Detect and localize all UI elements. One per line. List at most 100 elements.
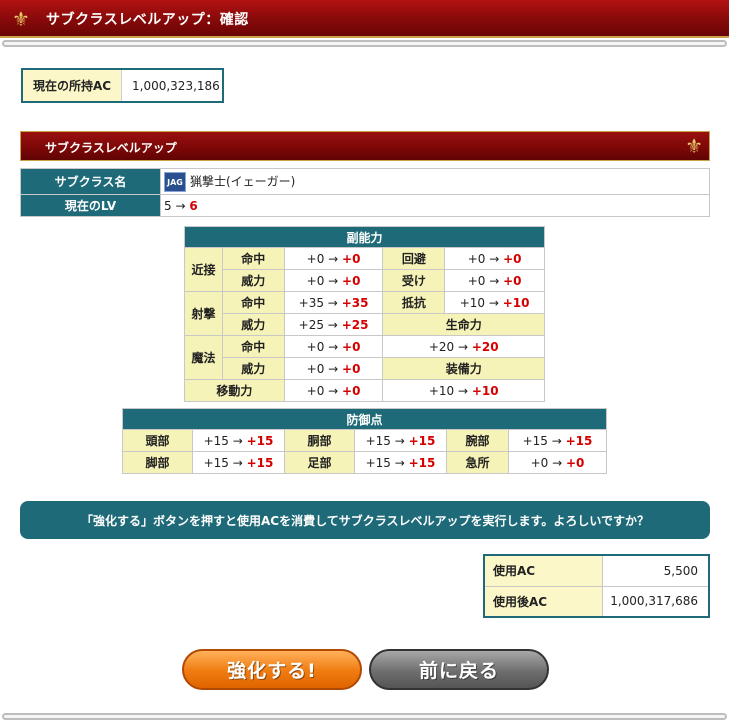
table-row: 魔法 命中 +0 → +0 +20 → +20 [184,335,545,380]
stat-to: +0 [342,383,361,398]
fleur-ornament-icon: ⚜ [12,7,30,31]
table-row: 移動力 +0 → +0 +10 → +10 [184,379,545,402]
back-button[interactable]: 前に戻る [369,649,549,690]
def-label: 脚部 [122,451,193,474]
table-row: 威力 +0 → +0 装備力 [185,357,545,380]
stat-label: 回避 [382,247,446,270]
cost-table: 使用AC 5,500 使用後AC 1,000,317,686 [483,554,710,618]
current-ac-label: 現在の所持AC [23,70,122,101]
stat-to: +35 [341,295,369,310]
stat-label: 威力 [221,269,285,292]
stat-to: +10 [502,295,530,310]
equip-label: 装備力 [382,357,545,380]
life-label: 生命力 [382,313,545,336]
confirm-message: 「強化する」ボタンを押すと使用ACを消費してサブクラスレベルアップを実行します。… [20,501,710,539]
current-lv-row: 現在のLV 5 → 6 [20,194,710,217]
table-row: 威力 +0 → +0 受け +0 → +0 [185,269,545,292]
stat-to: +15 [246,455,274,470]
def-label: 足部 [284,451,355,474]
stat-from: +0 → [306,339,343,354]
group-melee: 近接 [184,247,223,292]
frame-divider-bottom [2,713,727,720]
stat-label: 命中 [221,335,285,358]
stat-label: 移動力 [184,379,285,402]
stat-label: 威力 [221,357,285,380]
lv-from: 5 → [164,198,190,213]
stat-label: 威力 [221,313,285,336]
life-value: +20 → +20 [382,335,545,358]
stat-to: +15 [408,433,436,448]
subclass-name-value: 猟撃士(イェーガー) [190,174,296,188]
stat-to: +0 [503,251,522,266]
stat-label: 受け [382,269,446,292]
stat-from: +10 → [428,383,472,398]
def-label: 頭部 [122,429,193,452]
subclass-table: サブクラス名 JAG 猟撃士(イェーガー) 現在のLV 5 → 6 [20,168,710,217]
use-ac-label: 使用AC [483,554,603,587]
section-title: サブクラスレベルアップ [45,141,177,155]
title-bar: ⚜ サブクラスレベルアップ：確認 [0,0,729,38]
stat-to: +15 [565,433,593,448]
def-label: 腕部 [446,429,509,452]
def-value: +15 → +15 [192,451,285,474]
table-row: 近接 命中 +0 → +0 回避 +0 → +0 [184,247,545,292]
stat-to: +0 [342,273,361,288]
stat-from: +15 → [522,433,566,448]
page-title: サブクラスレベルアップ：確認 [46,12,249,28]
def-value: +15 → +15 [354,429,447,452]
table-row: 使用後AC 1,000,317,686 [483,585,710,618]
table-row: 使用AC 5,500 [483,554,710,587]
stat-from: +0 → [467,273,504,288]
after-ac-label: 使用後AC [483,585,603,618]
after-ac-value: 1,000,317,686 [601,585,710,618]
defense-title: 防御点 [122,408,607,430]
subclass-name-cell: JAG 猟撃士(イェーガー) [160,168,710,195]
defense-table: 防御点 頭部 +15 → +15 胴部 +15 → +15 腕部 +15 → +… [122,408,607,474]
table-row: 威力 +25 → +25 生命力 [185,313,545,336]
def-value: +0 → +0 [508,451,607,474]
stat-label: 命中 [221,291,285,314]
stat-from: +0 → [306,273,343,288]
stat-to: +25 [341,317,369,332]
subclass-name-row: サブクラス名 JAG 猟撃士(イェーガー) [20,168,710,195]
frame-divider-top [2,40,727,47]
use-ac-value: 5,500 [601,554,710,587]
stat-value: +0 → +0 [283,269,384,292]
stat-from: +15 → [203,433,247,448]
stat-to: +0 [342,339,361,354]
stat-from: +20 → [428,339,472,354]
group-magic: 魔法 [184,335,223,380]
stat-to: +20 [471,339,499,354]
group-ranged: 射撃 [184,291,223,336]
fleur-ornament-icon: ⚜ [685,134,703,158]
strengthen-button[interactable]: 強化する! [182,649,362,690]
stat-label: 命中 [221,247,285,270]
section-header: サブクラスレベルアップ ⚜ [20,131,710,161]
stat-value: +10 → +10 [444,291,545,314]
current-lv-cell: 5 → 6 [160,194,710,217]
stat-from: +15 → [365,433,409,448]
stat-from: +0 → [306,251,343,266]
stat-to: +0 [565,455,585,470]
stat-to: +0 [342,361,361,376]
stat-from: +35 → [298,295,342,310]
stat-label: 抵抗 [382,291,446,314]
stat-from: +15 → [365,455,409,470]
def-value: +15 → +15 [508,429,607,452]
stat-to: +0 [503,273,522,288]
stat-from: +0 → [467,251,504,266]
stat-from: +25 → [298,317,342,332]
stat-from: +10 → [459,295,503,310]
stat-value: +0 → +0 [283,335,384,358]
stat-to: +15 [246,433,274,448]
equip-value: +10 → +10 [382,379,545,402]
def-label: 急所 [446,451,509,474]
lv-to: 6 [189,198,198,213]
table-row: 頭部 +15 → +15 胴部 +15 → +15 腕部 +15 → +15 [122,429,607,452]
stat-value: +0 → +0 [283,357,384,380]
sub-ability-title: 副能力 [184,226,545,248]
def-label: 胴部 [284,429,355,452]
stat-from: +0 → [530,455,566,470]
table-row: 射撃 命中 +35 → +35 抵抗 +10 → +10 [184,291,545,336]
current-lv-label: 現在のLV [20,194,161,217]
